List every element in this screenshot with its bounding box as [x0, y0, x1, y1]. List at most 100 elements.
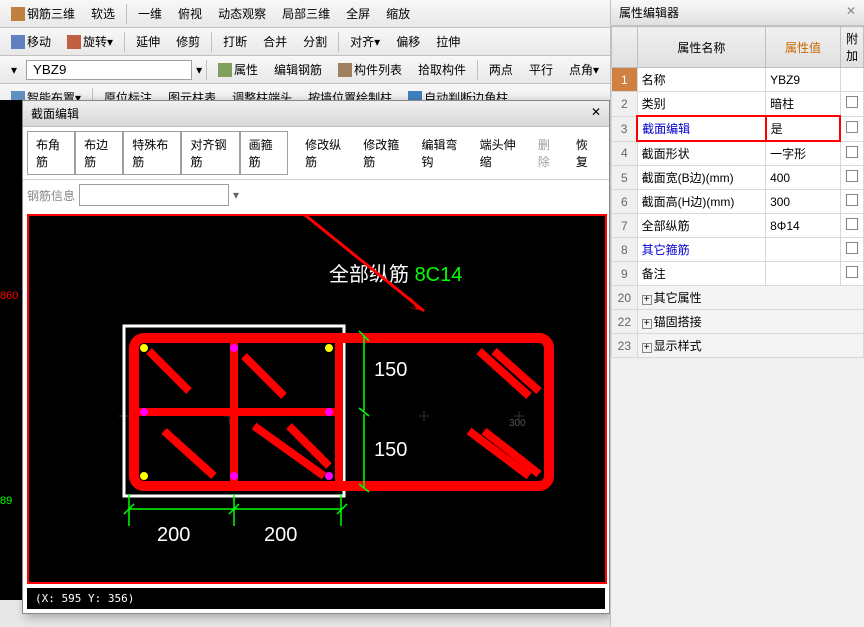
- tb3-pointangle[interactable]: 点角 ▾: [562, 58, 606, 81]
- prop-name[interactable]: 截面宽(B边)(mm): [637, 166, 765, 190]
- tb1-zoom[interactable]: 缩放: [379, 2, 417, 25]
- prop-value[interactable]: 300: [766, 190, 841, 214]
- expand-icon[interactable]: +: [642, 319, 652, 329]
- tb1-dynobs[interactable]: 动态观察: [211, 2, 273, 25]
- dialog-titlebar[interactable]: 截面编辑 ✕: [23, 101, 609, 127]
- prop-rownum[interactable]: 8: [612, 238, 638, 262]
- prop-extra-check[interactable]: [840, 166, 863, 190]
- cad-status-bar: (X: 595 Y: 356): [27, 588, 605, 609]
- prop-value[interactable]: [766, 262, 841, 286]
- cad-canvas[interactable]: 0 300: [27, 214, 607, 584]
- prop-rownum[interactable]: 1: [612, 68, 638, 92]
- prop-rownum[interactable]: 6: [612, 190, 638, 214]
- dialog-tabs: 布角筋 布边筋 特殊布筋 对齐钢筋 画箍筋 修改纵筋 修改箍筋 编辑弯钩 端头伸…: [23, 127, 609, 180]
- tb3-twopoint[interactable]: 两点: [482, 58, 520, 81]
- prop-name[interactable]: 截面高(H边)(mm): [637, 190, 765, 214]
- tb1-topview[interactable]: 俯视: [171, 2, 209, 25]
- left-cad-strip: 860 89: [0, 100, 22, 600]
- tab-end-stretch[interactable]: 端头伸缩: [471, 131, 529, 175]
- panel-close-icon[interactable]: ✕: [846, 4, 856, 21]
- tb3-parallel[interactable]: 平行: [522, 58, 560, 81]
- tb2-extend[interactable]: 延伸: [129, 30, 167, 53]
- prop-extra-check[interactable]: [840, 238, 863, 262]
- tb2-align[interactable]: 对齐 ▾: [343, 30, 387, 53]
- tab-mod-long[interactable]: 修改纵筋: [296, 131, 354, 175]
- dialog-title-text: 截面编辑: [31, 105, 79, 122]
- prop-group-num[interactable]: 20: [612, 286, 638, 310]
- tb3-attr[interactable]: 属性: [211, 58, 265, 81]
- prop-group-num[interactable]: 23: [612, 334, 638, 358]
- prop-extra-check[interactable]: [840, 92, 863, 117]
- section-svg: 0 300: [29, 216, 605, 582]
- expand-icon[interactable]: +: [642, 343, 652, 353]
- prop-rownum[interactable]: 3: [612, 116, 638, 141]
- prop-value[interactable]: 8Φ14: [766, 214, 841, 238]
- prop-extra-check[interactable]: [840, 262, 863, 286]
- tb3-editrebar[interactable]: 编辑钢筋: [267, 58, 329, 81]
- dim-150-1: 150: [374, 359, 407, 381]
- prop-name[interactable]: 名称: [637, 68, 765, 92]
- close-icon[interactable]: ✕: [591, 105, 601, 122]
- tab-special[interactable]: 特殊布筋: [123, 131, 181, 175]
- prop-group-num[interactable]: 22: [612, 310, 638, 334]
- tb1-rebar3d[interactable]: 钢筋三维: [4, 2, 82, 25]
- prop-name[interactable]: 全部纵筋: [637, 214, 765, 238]
- tb3-pick[interactable]: 拾取构件: [411, 58, 473, 81]
- prop-value[interactable]: YBZ9: [766, 68, 841, 92]
- prop-extra-check[interactable]: [840, 68, 863, 92]
- tab-delete[interactable]: 删除: [529, 131, 567, 175]
- prop-extra-check[interactable]: [840, 141, 863, 166]
- tab-mod-stirrup[interactable]: 修改箍筋: [354, 131, 412, 175]
- tab-stirrup[interactable]: 画箍筋: [240, 131, 288, 175]
- prop-rownum[interactable]: 2: [612, 92, 638, 117]
- prop-extra-check[interactable]: [840, 190, 863, 214]
- prop-group-label[interactable]: +显示样式: [637, 334, 863, 358]
- prop-value[interactable]: [766, 238, 841, 262]
- tb2-offset[interactable]: 偏移: [389, 30, 427, 53]
- tb1-softsel[interactable]: 软选: [84, 2, 122, 25]
- tb2-trim[interactable]: 修剪: [169, 30, 207, 53]
- tb1-local3d[interactable]: 局部三维: [275, 2, 337, 25]
- toolbar-row-3: ▾ ▾ 属性 编辑钢筋 构件列表 拾取构件 两点 平行 点角 ▾: [0, 56, 610, 84]
- prop-extra-check[interactable]: [840, 214, 863, 238]
- prop-name[interactable]: 备注: [637, 262, 765, 286]
- component-dropdown[interactable]: [26, 60, 192, 80]
- tab-align[interactable]: 对齐钢筋: [181, 131, 239, 175]
- rebar-info-combo[interactable]: [79, 184, 229, 206]
- toolbar-row-2: 移动 旋转 ▾ 延伸 修剪 打断 合并 分割 对齐 ▾ 偏移 拉伸: [0, 28, 610, 56]
- prop-value[interactable]: 是: [766, 116, 841, 141]
- tb2-rotate[interactable]: 旋转 ▾: [60, 30, 120, 53]
- tb3-arrow[interactable]: ▾: [4, 60, 24, 80]
- tb1-fullscreen[interactable]: 全屏: [339, 2, 377, 25]
- prop-group-label[interactable]: +其它属性: [637, 286, 863, 310]
- prop-name[interactable]: 截面形状: [637, 141, 765, 166]
- prop-rownum[interactable]: 4: [612, 141, 638, 166]
- svg-text:300: 300: [509, 418, 526, 429]
- tb2-move[interactable]: 移动: [4, 30, 58, 53]
- list-icon: [338, 63, 352, 77]
- prop-value[interactable]: 400: [766, 166, 841, 190]
- tb3-complist[interactable]: 构件列表: [331, 58, 409, 81]
- prop-panel-title: 属性编辑器 ✕: [611, 0, 864, 26]
- prop-name[interactable]: 截面编辑: [637, 116, 765, 141]
- prop-rownum[interactable]: 5: [612, 166, 638, 190]
- tab-restore[interactable]: 恢复: [567, 131, 605, 175]
- prop-name[interactable]: 其它箍筋: [637, 238, 765, 262]
- prop-value[interactable]: 一字形: [766, 141, 841, 166]
- prop-rownum[interactable]: 9: [612, 262, 638, 286]
- tab-edit-hook[interactable]: 编辑弯钩: [412, 131, 470, 175]
- prop-rownum[interactable]: 7: [612, 214, 638, 238]
- tb2-merge[interactable]: 合并: [256, 30, 294, 53]
- tb2-break[interactable]: 打断: [216, 30, 254, 53]
- prop-group-label[interactable]: +锚固搭接: [637, 310, 863, 334]
- tb2-stretch[interactable]: 拉伸: [429, 30, 467, 53]
- prop-col-name: 属性名称: [637, 27, 765, 68]
- tab-corner[interactable]: 布角筋: [27, 131, 75, 175]
- prop-extra-check[interactable]: [840, 116, 863, 141]
- tb1-1d[interactable]: 一维: [131, 2, 169, 25]
- tb2-split[interactable]: 分割: [296, 30, 334, 53]
- tab-edge[interactable]: 布边筋: [75, 131, 123, 175]
- prop-value[interactable]: 暗柱: [766, 92, 841, 117]
- expand-icon[interactable]: +: [642, 295, 652, 305]
- prop-name[interactable]: 类别: [637, 92, 765, 117]
